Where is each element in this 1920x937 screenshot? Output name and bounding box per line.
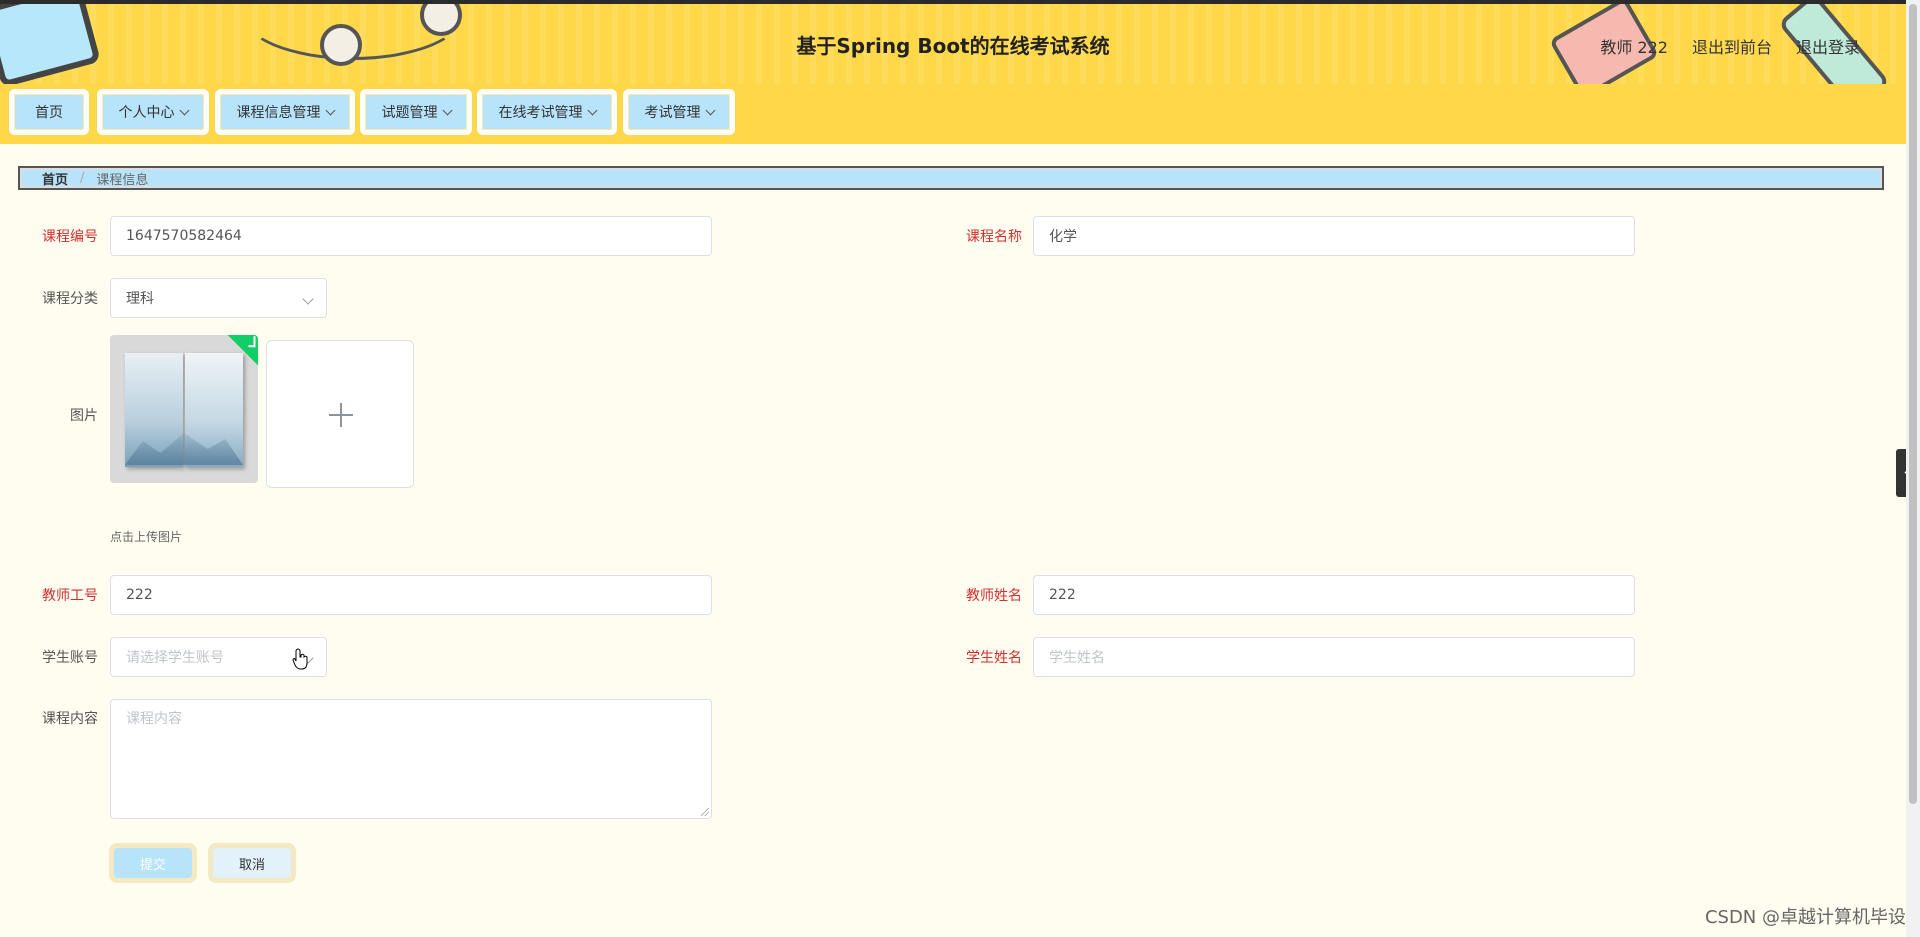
header: 基于Spring Boot的在线考试系统 教师 222 退出到前台 退出登录: [0, 4, 1906, 84]
chevron-down-icon: [442, 105, 452, 115]
breadcrumb-current: 课程信息: [96, 172, 149, 188]
breadcrumb-home[interactable]: 首页: [42, 169, 68, 188]
course-content-placeholder: 课程内容: [126, 711, 182, 727]
vertical-scrollbar[interactable]: [1906, 0, 1920, 937]
course-category-select[interactable]: 理科: [110, 278, 327, 318]
course-category-value: 理科: [126, 291, 154, 307]
nav-item-label: 考试管理: [644, 105, 701, 121]
nav-item-label: 首页: [35, 105, 63, 121]
nav-item-question-management[interactable]: 试题管理: [360, 89, 472, 135]
nav-item-label: 个人中心: [118, 105, 175, 121]
chevron-down-icon: [325, 105, 335, 115]
student-account-label: 学生账号: [42, 650, 98, 666]
nav-item-label: 在线考试管理: [498, 105, 583, 121]
course-category-label: 课程分类: [42, 291, 98, 307]
nav-item-exam-management[interactable]: 考试管理: [623, 89, 735, 135]
logout-link[interactable]: 退出登录: [1796, 34, 1860, 58]
student-name-label: 学生姓名: [966, 650, 1022, 666]
course-name-label: 课程名称: [966, 229, 1022, 245]
nav-item-label: 课程信息管理: [236, 105, 321, 121]
chevron-down-icon: [587, 105, 597, 115]
course-no-label: 课程编号: [42, 229, 98, 245]
scrollbar-thumb[interactable]: [1909, 4, 1917, 804]
nav-item-label: 试题管理: [381, 105, 438, 121]
teacher-no-label: 教师工号: [42, 588, 98, 604]
student-account-placeholder: 请选择学生账号: [126, 650, 224, 666]
teacher-no-value: 222: [126, 587, 153, 603]
uploaded-image-thumbnail[interactable]: [110, 335, 258, 483]
course-name-value: 化学: [1049, 229, 1077, 245]
nav-item-home[interactable]: 首页: [9, 89, 89, 135]
course-content-textarea[interactable]: 课程内容: [110, 699, 712, 819]
breadcrumb-separator: /: [80, 170, 85, 186]
chevron-down-icon: [302, 293, 314, 305]
nav-item-course-management[interactable]: 课程信息管理: [215, 89, 355, 135]
teacher-no-input[interactable]: 222: [110, 575, 712, 615]
course-name-input[interactable]: 化学: [1033, 216, 1635, 256]
image-upload-button[interactable]: [266, 340, 414, 488]
resize-handle-icon[interactable]: [701, 808, 709, 816]
teacher-name-label: 教师姓名: [966, 588, 1022, 604]
nav-item-online-exam-management[interactable]: 在线考试管理: [477, 89, 617, 135]
teacher-name-input[interactable]: 222: [1033, 575, 1635, 615]
student-name-input[interactable]: 学生姓名: [1033, 637, 1635, 677]
chevron-down-icon: [179, 105, 189, 115]
user-label: 教师 222: [1600, 38, 1668, 57]
course-content-label: 课程内容: [42, 711, 98, 727]
image-label: 图片: [70, 408, 98, 424]
course-no-value: 1647570582464: [126, 228, 242, 244]
breadcrumb: 首页 / 课程信息: [18, 166, 1884, 190]
nav-item-personal-center[interactable]: 个人中心: [97, 89, 209, 135]
student-name-placeholder: 学生姓名: [1049, 650, 1105, 666]
submit-button[interactable]: 提交: [109, 843, 197, 883]
hand-cursor-icon: [292, 648, 308, 670]
cancel-button[interactable]: 取消: [208, 843, 296, 883]
course-no-input[interactable]: 1647570582464: [110, 216, 712, 256]
teacher-name-value: 222: [1049, 587, 1076, 603]
cancel-label: 取消: [238, 857, 265, 873]
chevron-down-icon: [705, 105, 715, 115]
submit-label: 提交: [139, 857, 166, 873]
header-right-nav: 教师 222 退出到前台 退出登录: [1600, 34, 1860, 58]
upload-hint: 点击上传图片: [110, 530, 183, 544]
main-nav: 首页 个人中心 课程信息管理 试题管理 在线考试管理 考试管理: [0, 84, 1906, 144]
back-to-front-link[interactable]: 退出到前台: [1692, 34, 1772, 58]
watermark: CSDN @卓越计算机毕设: [1704, 907, 1906, 928]
